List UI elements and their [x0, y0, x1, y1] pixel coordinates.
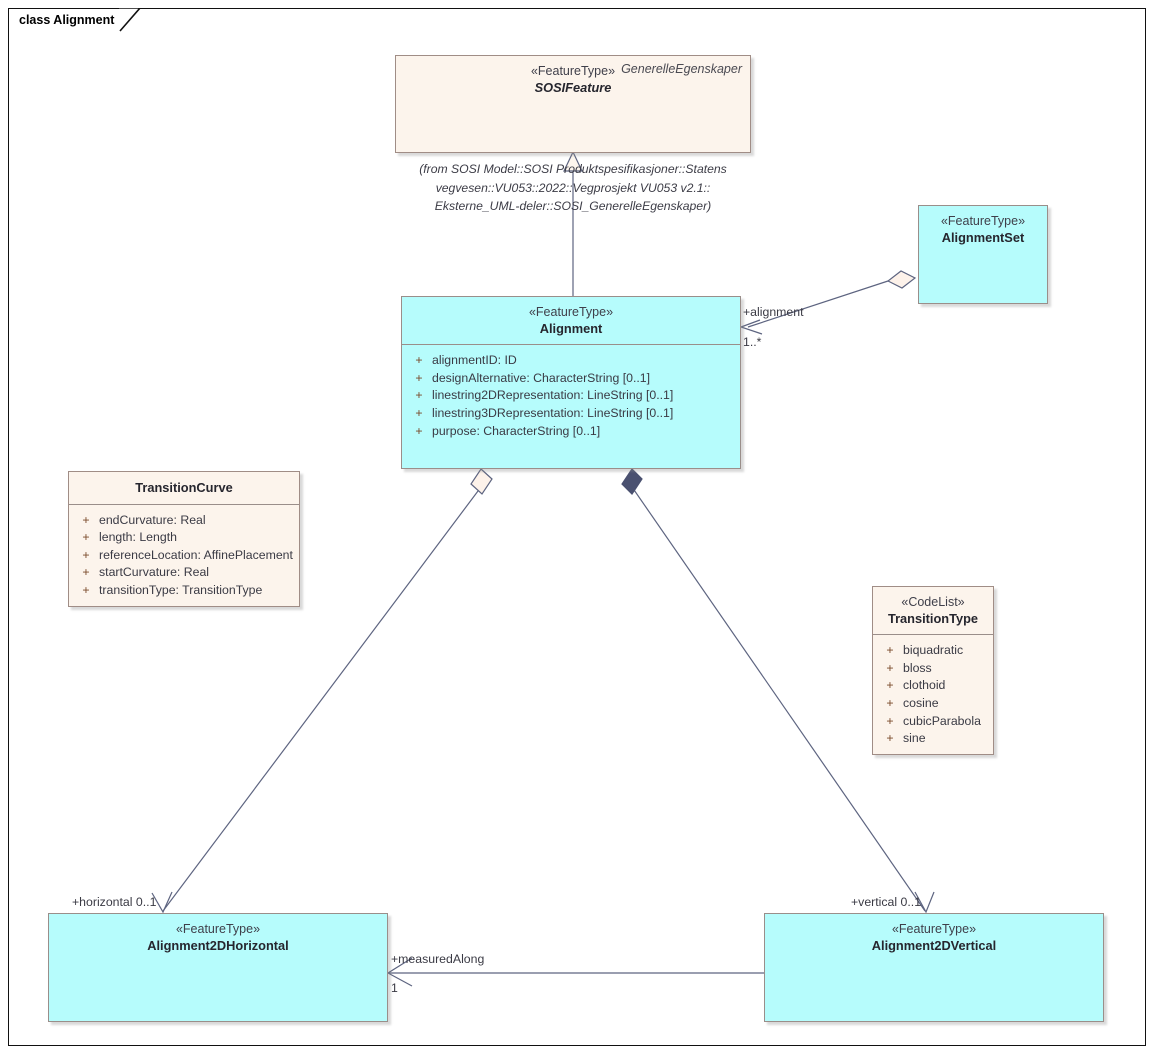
attribute-visibility: + [82, 530, 90, 545]
alignment2dhorizontal-stereotype: «FeatureType» [175, 922, 261, 936]
class-box-transitioncurve[interactable]: TransitionCurve + endCurvature: Real + leng… [68, 471, 300, 607]
transitiontype-stereotype: «CodeList» [901, 595, 965, 609]
attribute-text: linestring3DRepresentation: LineString [… [432, 406, 674, 421]
attribute-row: + cubicParabola [877, 713, 989, 731]
attribute-visibility: + [886, 713, 894, 728]
alignmentset-header: «FeatureType» AlignmentSet [919, 206, 1047, 253]
attribute-visibility: + [886, 696, 894, 711]
alignment2dvertical-stereotype: «FeatureType» [891, 922, 977, 936]
attribute-visibility: + [82, 512, 90, 527]
class-box-alignmentset[interactable]: «FeatureType» AlignmentSet [918, 205, 1048, 304]
attribute-text: linestring2DRepresentation: LineString [… [432, 388, 674, 403]
class-box-alignment2dhorizontal[interactable]: «FeatureType» Alignment2DHorizontal [48, 913, 388, 1022]
attribute-row: + transitionType: TransitionType [73, 582, 295, 600]
attribute-row: + referenceLocation: AffinePlacement [73, 547, 295, 565]
alignment2dvertical-header: «FeatureType» Alignment2DVertical [765, 914, 1103, 961]
attribute-row: + linestring2DRepresentation: LineString … [406, 387, 736, 405]
attribute-text: endCurvature: Real [99, 512, 206, 527]
attribute-row: + linestring3DRepresentation: LineString … [406, 405, 736, 423]
attribute-visibility: + [82, 547, 90, 562]
alignmentset-name: AlignmentSet [941, 229, 1025, 245]
attribute-visibility: + [886, 731, 894, 746]
attribute-text: bloss [903, 660, 932, 675]
attribute-text: clothoid [903, 678, 946, 693]
attribute-text: purpose: CharacterString [0..1] [432, 423, 601, 438]
class-box-transitiontype[interactable]: «CodeList» TransitionType + biquadratic + b… [872, 586, 994, 755]
attribute-visibility: + [886, 643, 894, 658]
attribute-row: + clothoid [877, 677, 989, 695]
attribute-text: transitionType: TransitionType [99, 583, 263, 597]
attribute-row: + length: Length [73, 529, 295, 547]
attribute-text: designAlternative: CharacterString [0..1… [432, 370, 651, 385]
attribute-row: + alignmentID: ID [406, 352, 736, 370]
transitioncurve-name: TransitionCurve [135, 480, 233, 495]
sosifeature-package-label: GenerelleEgenskaper [621, 62, 742, 76]
edge-label-measuredalong-role: +measuredAlong [391, 952, 485, 966]
class-box-sosifeature[interactable]: GenerelleEgenskaper «FeatureType» SOSIFe… [395, 55, 751, 153]
attribute-row: + purpose: CharacterString [0..1] [406, 423, 736, 441]
edge-label-horizontal-role: +horizontal 0..1 [72, 895, 157, 909]
attribute-text: cosine [903, 696, 939, 711]
attribute-text: cubicParabola [903, 713, 981, 728]
attribute-row: + cosine [877, 695, 989, 713]
attribute-visibility: + [886, 678, 894, 693]
diagram-title-label: class Alignment [19, 13, 115, 28]
sosifeature-origin-note: (from SOSI Model::SOSI Produktspesifikas… [419, 162, 727, 213]
sosifeature-name: SOSIFeature [534, 79, 612, 95]
alignmentset-stereotype: «FeatureType» [940, 214, 1026, 228]
attribute-row: + biquadratic [877, 642, 989, 660]
attribute-visibility: + [415, 423, 423, 438]
attribute-visibility: + [415, 388, 423, 403]
edge-label-alignment-role: +alignment [743, 305, 804, 319]
attribute-text: referenceLocation: AffinePlacement [99, 547, 293, 562]
attribute-visibility: + [886, 660, 894, 675]
attribute-visibility: + [82, 565, 90, 580]
transitioncurve-header: TransitionCurve [69, 472, 299, 504]
attribute-row: + bloss [877, 660, 989, 678]
alignment-header: «FeatureType» Alignment [402, 297, 740, 344]
attribute-visibility: + [415, 406, 423, 421]
edge-label-alignment-multiplicity: 1..* [743, 335, 762, 349]
attribute-text: alignmentID: ID [432, 353, 517, 368]
transitiontype-header: «CodeList» TransitionType [873, 587, 993, 634]
alignment-attribute-list: + alignmentID: ID + designAlternative: Char… [402, 344, 740, 448]
edge-label-measuredalong-multiplicity: 1 [391, 981, 398, 995]
transitiontype-name: TransitionType [887, 610, 979, 626]
attribute-text: length: Length [99, 530, 177, 545]
attribute-row: + designAlternative: CharacterString [0..… [406, 370, 736, 388]
alignment2dvertical-name: Alignment2DVertical [871, 937, 997, 953]
transitiontype-attribute-list: + biquadratic + bloss + clothoid + cosine + cubic… [873, 634, 993, 756]
diagram-title-tab: class Alignment [8, 8, 119, 32]
class-box-alignment2dvertical[interactable]: «FeatureType» Alignment2DVertical [764, 913, 1104, 1022]
attribute-visibility: + [82, 583, 90, 597]
attribute-row: + endCurvature: Real [73, 512, 295, 530]
attribute-text: sine [903, 731, 926, 746]
attribute-row: + sine [877, 730, 989, 748]
alignment-name: Alignment [539, 320, 603, 336]
alignment-stereotype: «FeatureType» [528, 305, 614, 319]
attribute-visibility: + [415, 370, 423, 385]
attribute-text: startCurvature: Real [99, 565, 210, 580]
alignment2dhorizontal-header: «FeatureType» Alignment2DHorizontal [49, 914, 387, 961]
edge-label-vertical-role: +vertical 0..1 [851, 895, 922, 909]
class-box-alignment[interactable]: «FeatureType» Alignment + alignmentID: ID… [401, 296, 741, 469]
transitioncurve-attribute-list: + endCurvature: Real + length: Length + refer… [69, 503, 299, 608]
alignment2dhorizontal-name: Alignment2DHorizontal [147, 937, 289, 953]
attribute-row: + startCurvature: Real [73, 564, 295, 582]
attribute-visibility: + [415, 353, 423, 368]
attribute-text: biquadratic [903, 643, 964, 658]
sosifeature-header: GenerelleEgenskaper «FeatureType» SOSIFe… [396, 56, 750, 103]
